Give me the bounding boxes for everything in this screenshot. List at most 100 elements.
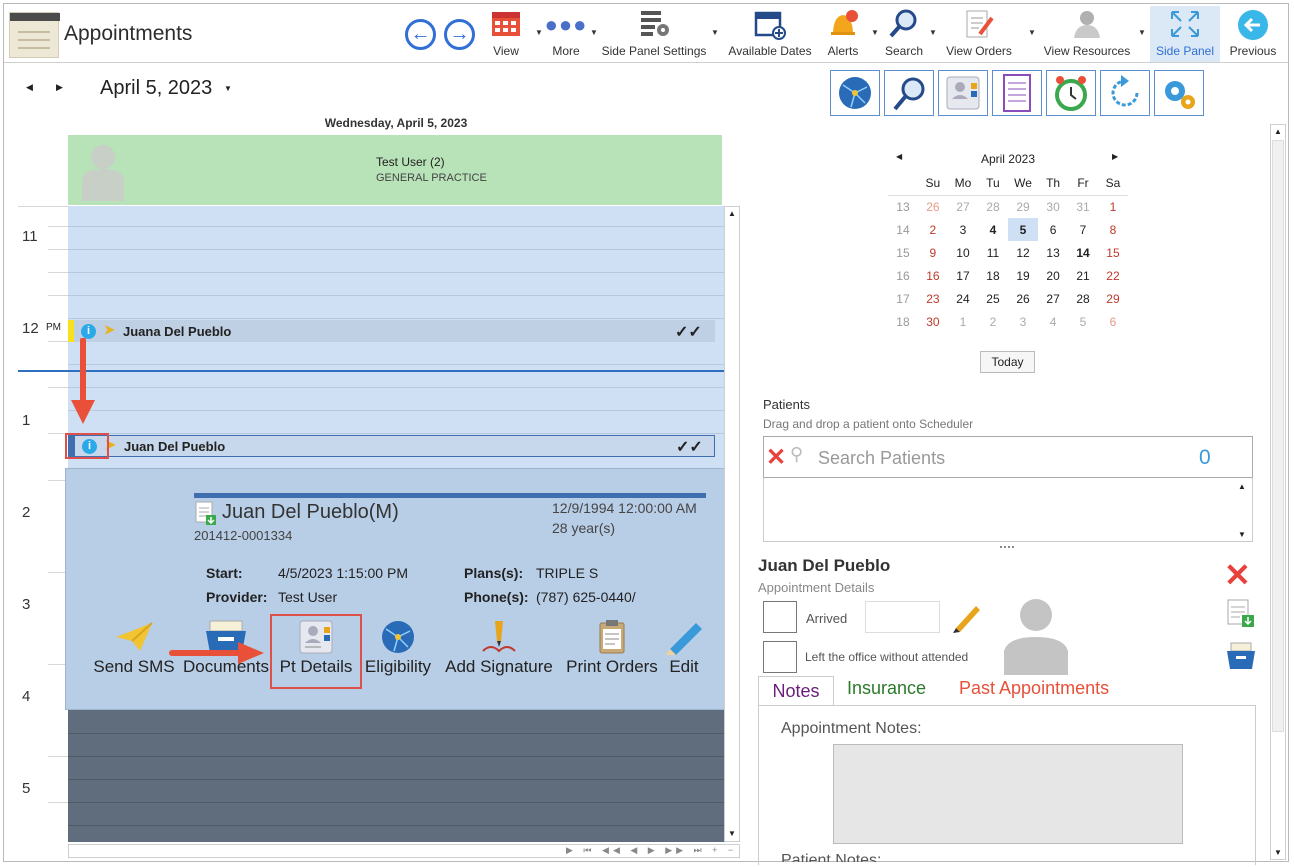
day-cell[interactable]: 29 [1098,287,1128,310]
day-cell[interactable]: 3 [1008,310,1038,333]
day-cell[interactable]: 6 [1038,218,1068,241]
scroll-up-icon[interactable]: ▲ [1238,482,1246,491]
send-sms-button[interactable]: Send SMS [92,619,176,677]
day-cell[interactable]: 18 [978,264,1008,287]
toolbar-view-resources-button[interactable]: View Resources [1041,6,1133,62]
scroll-up-icon[interactable]: ▲ [728,209,736,218]
clear-icon[interactable]: ✕ [766,443,786,472]
day-cell[interactable]: 19 [1008,264,1038,287]
day-cell[interactable]: 26 [1008,287,1038,310]
day-cell[interactable]: 12 [1008,241,1038,264]
info-icon[interactable]: i [81,324,96,339]
eligibility-panel-button[interactable] [830,70,880,116]
tab-insurance[interactable]: Insurance [847,678,926,699]
tab-past-appointments[interactable]: Past Appointments [959,678,1109,699]
prev-day-button[interactable]: ◀ [26,82,33,93]
day-cell[interactable]: 3 [948,218,978,241]
patient-results-list[interactable] [763,478,1253,542]
document-download-icon[interactable] [1226,599,1256,629]
scroll-handle[interactable] [1272,140,1284,732]
patient-search-box[interactable]: ✕ ⚲ Search Patients 0 [763,436,1253,478]
day-cell[interactable]: 16 [918,264,948,287]
toolbar-available-dates-button[interactable]: Available Dates [726,6,814,62]
day-cell[interactable]: 14 [1068,241,1098,264]
splitter-handle[interactable] [1000,546,1014,548]
chevron-down-icon[interactable]: ▼ [1138,28,1146,37]
toolbar-previous-button[interactable]: Previous [1226,6,1280,62]
left-office-checkbox[interactable] [763,641,797,673]
day-cell[interactable]: 17 [948,264,978,287]
toolbar-side-panel-button[interactable]: Side Panel [1150,6,1220,62]
scroll-up-icon[interactable]: ▲ [1274,127,1282,136]
day-cell[interactable]: 28 [1068,287,1098,310]
day-cell[interactable]: 24 [948,287,978,310]
day-cell[interactable]: 2 [918,218,948,241]
search-input[interactable]: Search Patients [818,448,945,469]
mini-cal-next-button[interactable]: ▶ [1112,152,1118,161]
schedule-vertical-scrollbar[interactable] [724,206,740,842]
day-cell[interactable]: 28 [978,195,1008,218]
today-button[interactable]: Today [980,351,1035,373]
day-cell[interactable]: 4 [978,218,1008,241]
day-cell[interactable]: 27 [1038,287,1068,310]
day-cell[interactable]: 27 [948,195,978,218]
day-cell[interactable]: 20 [1038,264,1068,287]
nav-back-button[interactable]: ← [405,19,436,50]
chevron-down-icon[interactable]: ▼ [224,84,232,93]
pager-controls[interactable]: ▶ ⏮ ◀◀ ◀ ▶ ▶▶ ⏭ + − [566,845,737,856]
scroll-down-icon[interactable]: ▼ [728,829,736,838]
print-orders-button[interactable]: Print Orders [560,619,664,677]
settings-panel-button[interactable] [1154,70,1204,116]
scroll-down-icon[interactable]: ▼ [1238,530,1246,539]
day-cell[interactable]: 30 [918,310,948,333]
chevron-down-icon[interactable]: ▼ [871,28,879,37]
toolbar-view-orders-button[interactable]: View Orders [941,6,1017,62]
chevron-down-icon[interactable]: ▼ [535,28,543,37]
day-cell[interactable]: 29 [1008,195,1038,218]
toolbar-alerts-button[interactable]: Alerts [822,6,864,62]
search-panel-button[interactable] [884,70,934,116]
add-signature-button[interactable]: Add Signature [440,619,558,677]
mini-cal-grid[interactable]: Su Mo Tu We Th Fr Sa 13 26 27 28 29 30 3… [888,172,1128,333]
appointment-juana[interactable]: i ➤ Juana Del Pueblo ✓✓ [68,320,715,342]
day-cell[interactable]: 15 [1098,241,1128,264]
toolbar-more-button[interactable]: ●●● More [545,6,587,62]
day-cell[interactable]: 6 [1098,310,1128,333]
day-cell[interactable]: 10 [948,241,978,264]
close-icon[interactable]: ✕ [1224,556,1251,594]
arrived-time-field[interactable] [865,601,940,633]
toolbar-search-button[interactable]: Search [882,6,926,62]
appointment-notes-field[interactable] [833,744,1183,844]
day-cell[interactable]: 25 [978,287,1008,310]
day-cell[interactable]: 11 [978,241,1008,264]
chevron-down-icon[interactable]: ▼ [929,28,937,37]
edit-button[interactable]: Edit [662,619,706,677]
tab-notes[interactable]: Notes [758,676,834,706]
pencil-icon[interactable] [950,600,984,634]
arrived-checkbox[interactable] [763,601,797,633]
chevron-down-icon[interactable]: ▼ [711,28,719,37]
day-cell[interactable]: 5 [1068,310,1098,333]
documents-tray-icon[interactable] [1226,641,1256,671]
day-cell[interactable]: 26 [918,195,948,218]
nav-forward-button[interactable]: → [444,19,475,50]
appointment-juan[interactable]: i ➤ Juan Del Pueblo ✓✓ [68,435,715,457]
day-cell[interactable]: 9 [918,241,948,264]
scroll-down-icon[interactable]: ▼ [1274,848,1282,857]
day-cell[interactable]: 30 [1038,195,1068,218]
toolbar-view-button[interactable]: View [485,6,527,62]
toolbar-side-panel-settings-button[interactable]: Side Panel Settings [600,6,708,62]
day-cell[interactable]: 21 [1068,264,1098,287]
refresh-panel-button[interactable] [1100,70,1150,116]
day-cell[interactable]: 1 [1098,195,1128,218]
eligibility-button[interactable]: Eligibility [362,619,434,677]
day-cell-selected[interactable]: 5 [1007,218,1039,241]
checklist-panel-button[interactable] [992,70,1042,116]
day-cell[interactable]: 13 [1038,241,1068,264]
day-cell[interactable]: 8 [1098,218,1128,241]
patient-card-panel-button[interactable] [938,70,988,116]
alarm-clock-panel-button[interactable] [1046,70,1096,116]
day-cell[interactable]: 22 [1098,264,1128,287]
day-cell[interactable]: 7 [1068,218,1098,241]
day-cell[interactable]: 31 [1068,195,1098,218]
